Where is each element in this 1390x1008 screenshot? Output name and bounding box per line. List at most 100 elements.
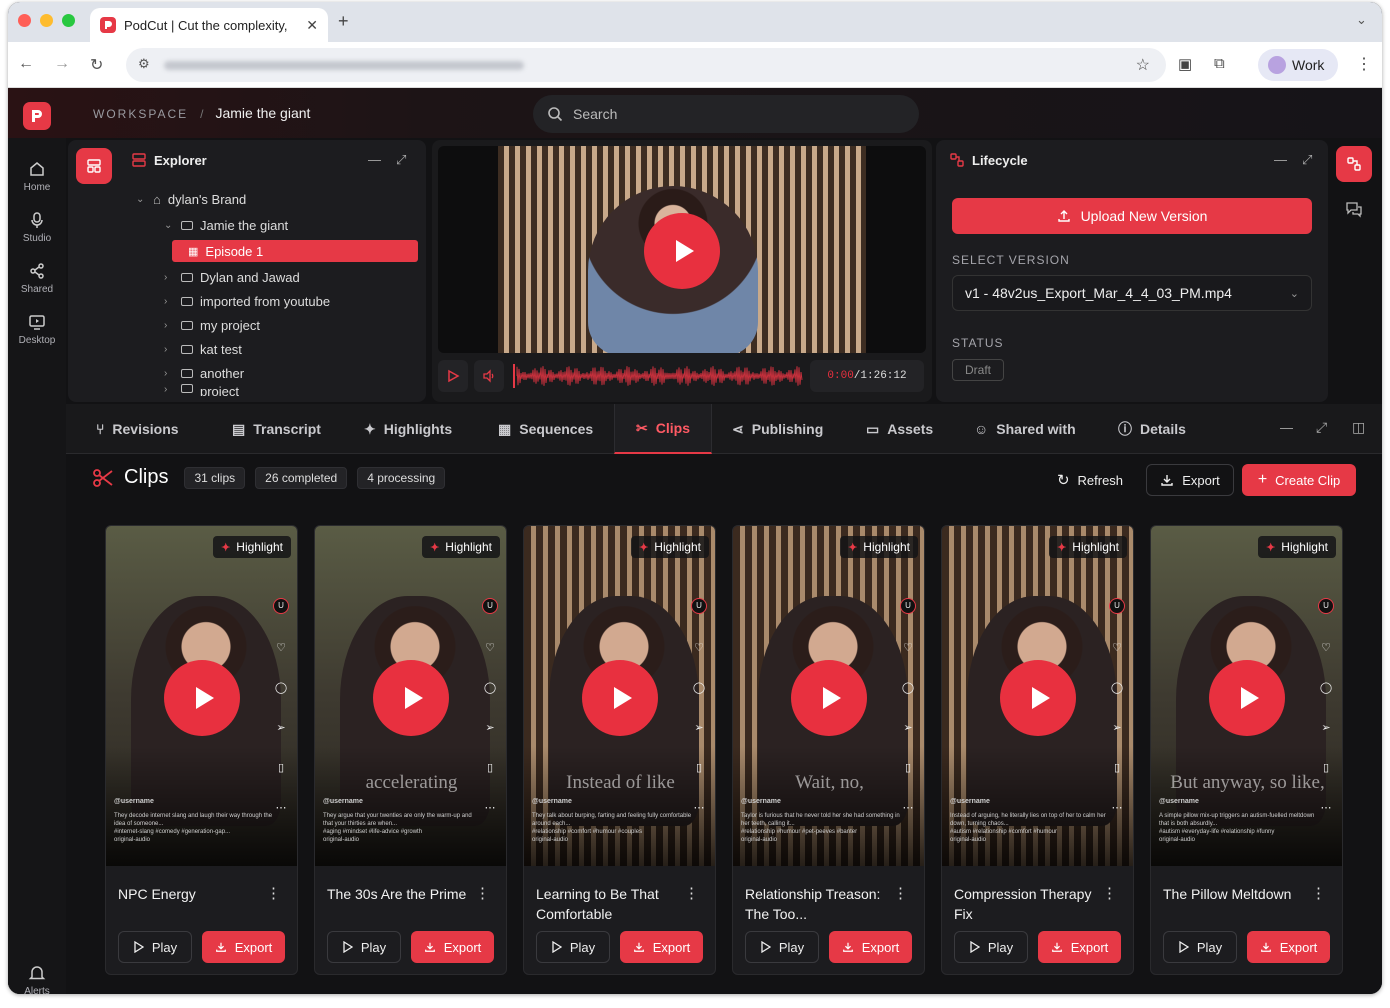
extensions-puzzle-icon[interactable]: ⧉ <box>1214 55 1225 72</box>
sidebar-item-desktop[interactable]: Desktop <box>8 313 66 346</box>
podcut-logo-icon[interactable] <box>23 102 51 130</box>
tab-publishing[interactable]: ⋖ Publishing <box>732 404 823 454</box>
breadcrumb-workspace[interactable]: WORKSPACE <box>93 107 188 121</box>
tab-groups-icon[interactable]: ▣ <box>1178 55 1192 73</box>
clip-play-button[interactable]: Play <box>327 931 401 963</box>
clip-export-button[interactable]: Export <box>411 931 494 963</box>
volume-button[interactable] <box>474 360 504 392</box>
clip-play-button[interactable]: Play <box>536 931 610 963</box>
minimize-window-button[interactable] <box>40 14 53 27</box>
play-video-button[interactable] <box>644 213 720 289</box>
back-arrow-icon[interactable]: ← <box>18 55 34 73</box>
play-clip-button[interactable] <box>164 660 240 736</box>
sidebar-item-shared[interactable]: Shared <box>8 262 66 295</box>
clip-card[interactable]: ✦ Highlight U ♡ ◯ ➢ ▯ ⋯ accelerating @use… <box>314 525 507 975</box>
profile-button[interactable]: Work <box>1258 49 1338 81</box>
tree-item-jamie[interactable]: ⌄ Jamie the giant <box>164 214 288 236</box>
minimize-panel-icon[interactable]: — <box>1280 420 1293 435</box>
video-preview[interactable] <box>438 146 926 353</box>
clip-export-button[interactable]: Export <box>1038 931 1121 963</box>
audio-waveform-scrubber[interactable] <box>513 364 803 388</box>
tab-sequences[interactable]: ▦ Sequences <box>498 404 593 454</box>
new-tab-icon[interactable]: + <box>338 11 349 32</box>
tab-details[interactable]: ⓘ Details <box>1118 404 1186 454</box>
tree-item[interactable]: › imported from youtube <box>164 290 330 312</box>
clip-card[interactable]: ✦ Highlight U ♡ ◯ ➢ ▯ ⋯ @username Instead… <box>941 525 1134 975</box>
play-clip-button[interactable] <box>1209 660 1285 736</box>
clip-thumbnail[interactable]: ✦ Highlight U ♡ ◯ ➢ ▯ ⋯ Instead of like @… <box>524 526 715 866</box>
forward-arrow-icon[interactable]: → <box>54 55 70 73</box>
tab-assets[interactable]: ▭ Assets <box>866 404 933 454</box>
upload-new-version-button[interactable]: Upload New Version <box>952 198 1312 234</box>
tree-item-episode-1[interactable]: ▦ Episode 1 <box>172 240 418 262</box>
clip-play-button[interactable]: Play <box>1163 931 1237 963</box>
clip-thumbnail[interactable]: ✦ Highlight U ♡ ◯ ➢ ▯ ⋯ @username They de… <box>106 526 297 866</box>
more-dots-icon: ⋯ <box>693 802 705 814</box>
site-settings-icon[interactable]: ⚙ <box>138 56 150 72</box>
clip-export-button[interactable]: Export <box>829 931 912 963</box>
clip-card[interactable]: ✦ Highlight U ♡ ◯ ➢ ▯ ⋯ @username They de… <box>105 525 298 975</box>
expand-panel-icon[interactable]: ⤢ <box>1302 152 1312 168</box>
tree-item-brand[interactable]: ⌄ ⌂ dylan's Brand <box>136 188 246 210</box>
close-tab-icon[interactable]: ✕ <box>306 17 318 34</box>
clip-menu-icon[interactable]: ⋮ <box>1102 884 1117 902</box>
reload-icon[interactable]: ↻ <box>90 55 103 75</box>
clip-card[interactable]: ✦ Highlight U ♡ ◯ ➢ ▯ ⋯ But anyway, so li… <box>1150 525 1343 975</box>
export-button[interactable]: Export <box>1146 464 1234 496</box>
minimize-panel-icon[interactable]: — <box>1274 152 1287 167</box>
url-field[interactable]: ⚙ ☆ <box>126 48 1166 82</box>
play-clip-button[interactable] <box>582 660 658 736</box>
bookmark-star-icon[interactable]: ☆ <box>1136 55 1150 75</box>
create-clip-button[interactable]: + Create Clip <box>1242 464 1356 496</box>
clip-thumbnail[interactable]: ✦ Highlight U ♡ ◯ ➢ ▯ ⋯ Wait, no, @userna… <box>733 526 924 866</box>
browser-tab[interactable]: PodCut | Cut the complexity, ✕ <box>90 8 328 42</box>
clip-play-button[interactable]: Play <box>745 931 819 963</box>
clip-menu-icon[interactable]: ⋮ <box>893 884 908 902</box>
clip-thumbnail[interactable]: ✦ Highlight U ♡ ◯ ➢ ▯ ⋯ accelerating @use… <box>315 526 506 866</box>
version-select[interactable]: v1 - 48v2us_Export_Mar_4_4_03_PM.mp4 ⌄ <box>952 275 1312 311</box>
search-input[interactable]: Search <box>533 95 919 133</box>
sidebar-item-home[interactable]: Home <box>8 160 66 193</box>
comments-icon[interactable] <box>1345 200 1363 223</box>
tree-item[interactable]: › another <box>164 362 244 384</box>
clip-card[interactable]: ✦ Highlight U ♡ ◯ ➢ ▯ ⋯ Instead of like @… <box>523 525 716 975</box>
play-button[interactable] <box>438 360 468 392</box>
play-clip-button[interactable] <box>791 660 867 736</box>
sidebar-item-studio[interactable]: Studio <box>8 211 66 244</box>
clip-menu-icon[interactable]: ⋮ <box>266 884 281 902</box>
expand-panel-icon[interactable]: ⤢ <box>1316 419 1327 436</box>
tab-search-chevron-icon[interactable]: ⌄ <box>1356 12 1367 28</box>
close-window-button[interactable] <box>18 14 31 27</box>
tab-transcript[interactable]: ▤ Transcript <box>232 404 321 454</box>
refresh-button[interactable]: ↻ Refresh <box>1048 464 1132 496</box>
sidebar-item-alerts[interactable]: Alerts <box>8 964 66 994</box>
tree-item[interactable]: › my project <box>164 314 260 336</box>
clip-play-button[interactable]: Play <box>954 931 1028 963</box>
lifecycle-toggle-button[interactable] <box>1336 146 1372 182</box>
minimize-panel-icon[interactable]: — <box>368 152 381 167</box>
split-view-icon[interactable]: ◫ <box>1352 419 1365 436</box>
browser-menu-icon[interactable]: ⋮ <box>1356 54 1372 74</box>
clip-menu-icon[interactable]: ⋮ <box>1311 884 1326 902</box>
clip-export-button[interactable]: Export <box>202 931 285 963</box>
clip-menu-icon[interactable]: ⋮ <box>475 884 490 902</box>
clip-export-button[interactable]: Export <box>1247 931 1330 963</box>
tree-item[interactable]: › Dylan and Jawad <box>164 266 300 288</box>
tab-shared-with[interactable]: ☺ Shared with <box>974 404 1076 454</box>
clip-thumbnail[interactable]: ✦ Highlight U ♡ ◯ ➢ ▯ ⋯ @username Instead… <box>942 526 1133 866</box>
clip-play-button[interactable]: Play <box>118 931 192 963</box>
explorer-toggle-button[interactable] <box>76 148 112 184</box>
clip-card[interactable]: ✦ Highlight U ♡ ◯ ➢ ▯ ⋯ Wait, no, @userna… <box>732 525 925 975</box>
play-clip-button[interactable] <box>1000 660 1076 736</box>
clip-menu-icon[interactable]: ⋮ <box>684 884 699 902</box>
tab-revisions[interactable]: ⑂ Revisions <box>96 404 179 454</box>
maximize-window-button[interactable] <box>62 14 75 27</box>
tree-item[interactable]: › kat test <box>164 338 242 360</box>
expand-panel-icon[interactable]: ⤢ <box>396 152 406 168</box>
clip-thumbnail[interactable]: ✦ Highlight U ♡ ◯ ➢ ▯ ⋯ But anyway, so li… <box>1151 526 1342 866</box>
clip-export-button[interactable]: Export <box>620 931 703 963</box>
tree-item[interactable]: › project <box>164 384 239 396</box>
play-clip-button[interactable] <box>373 660 449 736</box>
tab-clips[interactable]: ✂ Clips <box>614 404 712 454</box>
tab-highlights[interactable]: ✦ Highlights <box>364 404 452 454</box>
